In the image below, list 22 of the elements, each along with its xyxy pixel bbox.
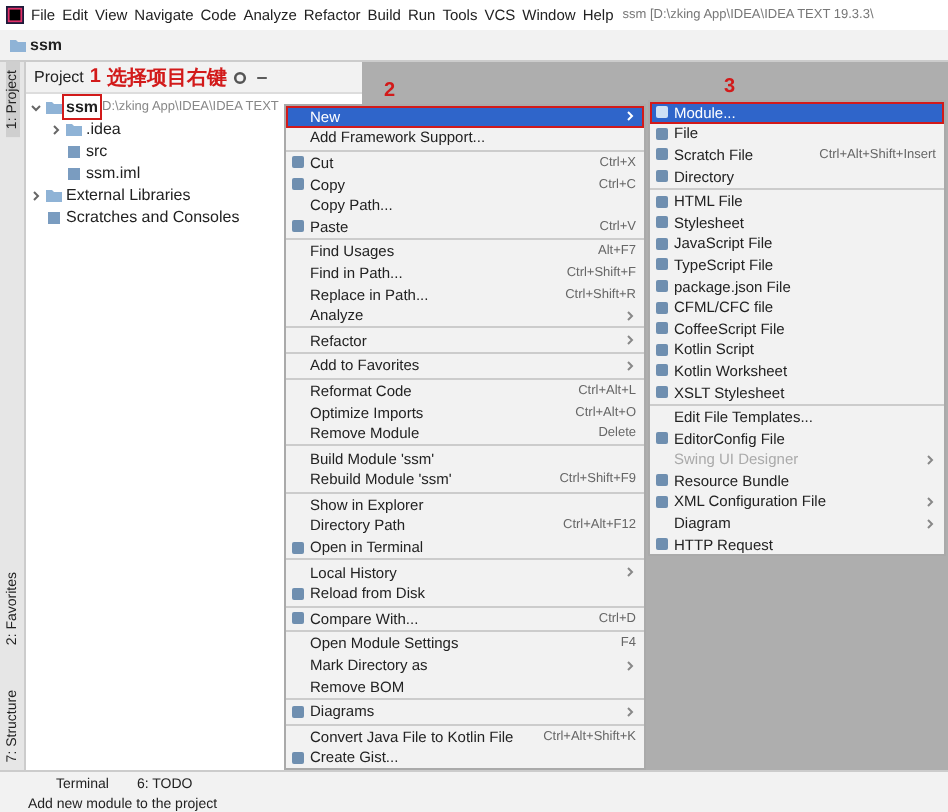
tree-item[interactable]: .idea: [86, 120, 121, 138]
annotation-number: 3: [724, 76, 736, 98]
tree-item[interactable]: ssm.iml: [86, 164, 141, 182]
app-logo-icon: [6, 6, 24, 24]
item-icon: [290, 749, 306, 766]
annotation-number: 1: [89, 66, 101, 88]
tree-item[interactable]: Scratches and Consoles: [66, 208, 240, 226]
annotation-note: 选择项目右键: [106, 65, 227, 91]
tree-item[interactable]: ssm: [66, 98, 99, 116]
item-icon: [654, 430, 670, 447]
tree-item[interactable]: External Libraries: [66, 186, 191, 204]
annotation-number: 2: [384, 80, 396, 102]
file-icon: [46, 209, 62, 225]
item-icon: [290, 218, 306, 235]
tree-item[interactable]: src: [86, 142, 108, 160]
breadcrumb[interactable]: ssm: [30, 36, 63, 54]
folder-icon: [46, 187, 62, 203]
item-icon: [290, 539, 306, 556]
item-icon: [290, 703, 306, 720]
folder-icon: [10, 37, 26, 53]
panel-title[interactable]: Project: [34, 68, 84, 86]
item-icon: [654, 536, 670, 553]
